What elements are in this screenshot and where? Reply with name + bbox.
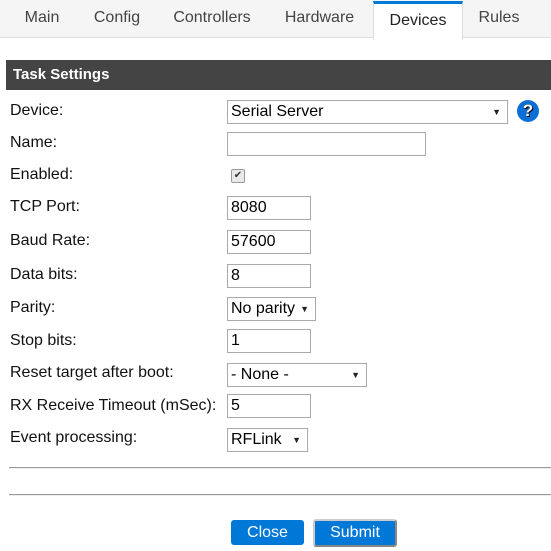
stop-bits-label: Stop bits:	[10, 332, 77, 349]
data-bits-label: Data bits:	[10, 266, 78, 283]
divider	[9, 467, 551, 469]
tab-devices[interactable]: Devices	[373, 1, 463, 40]
baud-rate-label: Baud Rate:	[10, 232, 91, 249]
parity-value: No parity	[231, 300, 296, 317]
reset-target-value: - None -	[231, 366, 289, 383]
enabled-checkbox[interactable]: ✔	[231, 169, 245, 183]
divider	[9, 494, 551, 496]
tab-hardware[interactable]: Hardware	[272, 0, 367, 38]
event-processing-label: Event processing:	[10, 429, 138, 446]
tab-rules[interactable]: Rules	[468, 0, 530, 38]
parity-label: Parity:	[10, 299, 56, 316]
reset-target-select[interactable]: - None - ▼	[227, 363, 367, 387]
device-select[interactable]: Serial Server ▼	[227, 100, 508, 124]
rx-timeout-input[interactable]: 5	[227, 394, 311, 418]
tcp-port-label: TCP Port:	[10, 198, 80, 215]
stop-bits-input[interactable]: 1	[227, 329, 311, 353]
baud-rate-input[interactable]: 57600	[227, 230, 311, 254]
tab-bar: Main Config Controllers Hardware Devices…	[0, 0, 551, 40]
chevron-down-icon: ▼	[300, 304, 309, 314]
help-icon[interactable]: ?	[517, 100, 539, 122]
device-label: Device:	[10, 102, 64, 119]
tab-main[interactable]: Main	[12, 0, 72, 38]
chevron-down-icon: ▼	[292, 435, 301, 445]
data-bits-input[interactable]: 8	[227, 264, 311, 288]
name-label: Name:	[10, 134, 58, 151]
tab-controllers[interactable]: Controllers	[162, 0, 262, 38]
section-header: Task Settings	[6, 60, 551, 90]
tab-config[interactable]: Config	[84, 0, 150, 38]
tcp-port-input[interactable]: 8080	[227, 196, 311, 220]
event-processing-value: RFLink	[231, 431, 282, 448]
reset-target-label: Reset target after boot:	[10, 364, 174, 381]
submit-button[interactable]: Submit	[313, 519, 397, 547]
close-button[interactable]: Close	[231, 520, 304, 545]
chevron-down-icon: ▼	[351, 370, 360, 380]
parity-select[interactable]: No parity ▼	[227, 297, 316, 321]
rx-timeout-label: RX Receive Timeout (mSec):	[10, 397, 217, 414]
device-value: Serial Server	[231, 103, 324, 120]
chevron-down-icon: ▼	[492, 107, 501, 117]
enabled-label: Enabled:	[10, 166, 74, 183]
event-processing-select[interactable]: RFLink ▼	[227, 428, 308, 452]
name-input[interactable]	[227, 132, 426, 156]
